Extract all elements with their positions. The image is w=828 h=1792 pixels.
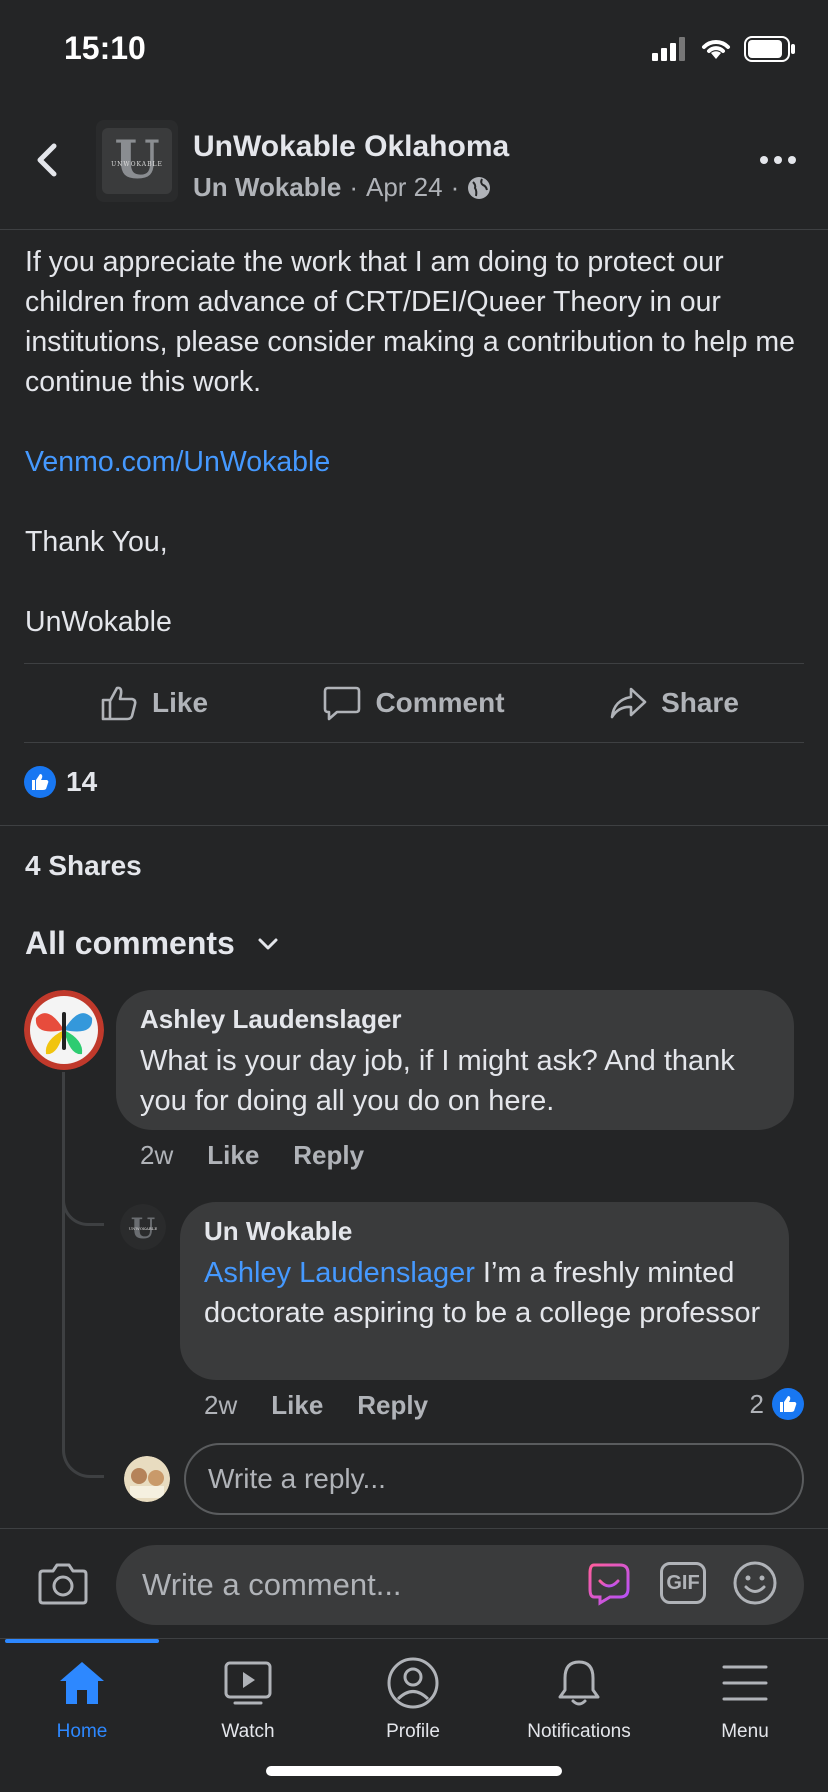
status-time: 15:10 [64,30,146,66]
gif-label: GIF [666,1571,700,1594]
post-author[interactable]: Un Wokable [193,172,341,203]
comment-author[interactable]: Ashley Laudenslager [140,1004,770,1035]
gif-button[interactable]: GIF [660,1562,706,1604]
comment-reply-button[interactable]: Reply [293,1140,364,1171]
reply-meta: 2w Like Reply [204,1390,428,1421]
share-button[interactable]: Share [544,664,804,742]
like-reaction-icon [772,1388,804,1420]
post-closing: Thank You, [25,526,168,558]
comment-composer: Write a comment... GIF [0,1528,828,1638]
page-name[interactable]: UnWokable Oklahoma [193,130,509,164]
share-label: Share [661,687,739,718]
reply-like-count: 2 [749,1388,764,1419]
reply-like-button[interactable]: Like [271,1390,323,1421]
reply-input-placeholder: Write a reply... [208,1463,386,1494]
post-meta: Un Wokable · Apr 24 · [193,172,491,203]
comment-label: Comment [375,687,505,718]
more-options-icon[interactable] [758,150,798,170]
comment-time: 2w [140,1140,174,1170]
comment-text: What is your day job, if I might ask? An… [140,1045,735,1117]
post-body: If you appreciate the work that I am doi… [25,242,805,682]
tab-label: Notifications [527,1721,631,1742]
like-label: Like [151,687,209,718]
back-icon[interactable] [30,140,66,180]
tab-watch[interactable]: Watch [168,1655,328,1755]
comment-input-placeholder: Write a comment... [142,1567,402,1602]
reaction-count: 14 [66,766,98,797]
comment-meta: 2w Like Reply [140,1140,364,1171]
status-bar: 15:10 [0,0,828,100]
like-button[interactable]: Like [24,664,284,742]
post-action-bar: Like Comment Share [24,663,804,743]
comment-bubble[interactable]: Ashley Laudenslager What is your day job… [116,990,794,1130]
bell-icon [558,1660,600,1706]
venmo-link[interactable]: Venmo.com/UnWokable [25,446,330,478]
signal-icon [652,37,685,61]
profile-icon [387,1657,439,1709]
reply-input[interactable]: Write a reply... [184,1443,804,1515]
post-date[interactable]: Apr 24 [366,172,443,203]
avatar[interactable] [24,990,104,1070]
comment-button[interactable]: Comment [284,664,544,742]
thread-connector [62,1200,104,1226]
reply-time: 2w [204,1390,238,1420]
chevron-down-icon [258,938,278,949]
reply-mention[interactable]: Ashley Laudenslager [204,1257,475,1289]
thumbs-up-icon [101,686,137,721]
tab-label: Watch [221,1721,275,1742]
tab-home[interactable]: Home [2,1655,162,1755]
svg-text:UNWOKABLE: UNWOKABLE [111,161,163,168]
meta-separator: · [450,172,460,202]
like-reaction-icon [24,766,56,798]
comments-filter-label: All comments [25,925,235,961]
page-avatar[interactable]: U UNWOKABLE [96,120,178,202]
comment-like-button[interactable]: Like [207,1140,259,1171]
post-text: If you appreciate the work that I am doi… [25,246,795,398]
page-logo-icon: U UNWOKABLE [96,120,178,202]
avatar[interactable]: U UNWOKABLE [120,1204,166,1250]
comment-icon [324,686,361,721]
home-indicator[interactable] [266,1766,562,1776]
tab-profile[interactable]: Profile [333,1655,493,1755]
globe-icon [468,176,491,199]
reply-reply-button[interactable]: Reply [357,1390,428,1421]
tab-menu[interactable]: Menu [665,1655,825,1755]
reply-text: Ashley Laudenslager I’m a freshly minted… [204,1253,765,1333]
camera-icon[interactable] [38,1561,88,1605]
share-icon [610,687,647,719]
battery-icon [744,36,795,62]
shares-count[interactable]: 4 Shares [25,850,142,882]
svg-text:UNWOKABLE: UNWOKABLE [129,1226,158,1231]
emoji-icon[interactable] [732,1560,778,1606]
status-icons [652,36,796,62]
tab-notifications[interactable]: Notifications [499,1655,659,1755]
reaction-summary[interactable]: 14 [24,766,97,798]
tab-label: Profile [386,1721,440,1742]
tab-label: Home [56,1721,108,1742]
meta-separator: · [349,172,358,202]
thread-line [62,1222,65,1422]
reply-reaction-count[interactable]: 2 [750,1388,804,1420]
comments-filter[interactable]: All comments [25,925,279,962]
divider [0,825,828,826]
reply-bubble[interactable]: Un Wokable Ashley Laudenslager I’m a fre… [180,1202,789,1380]
post-signature: UnWokable [25,606,172,638]
active-tab-indicator [5,1639,159,1643]
thread-connector [62,1400,104,1478]
tab-label: Menu [721,1721,769,1742]
composer-icons: GIF [586,1559,778,1607]
post-header: U UNWOKABLE UnWokable Oklahoma Un Wokabl… [0,100,828,230]
menu-icon [722,1665,768,1701]
avatar-sticker-icon[interactable] [586,1559,634,1607]
wifi-icon [702,40,730,59]
my-avatar [124,1456,170,1502]
watch-icon [224,1661,272,1705]
home-icon [60,1662,104,1704]
reply-author[interactable]: Un Wokable [204,1216,765,1247]
